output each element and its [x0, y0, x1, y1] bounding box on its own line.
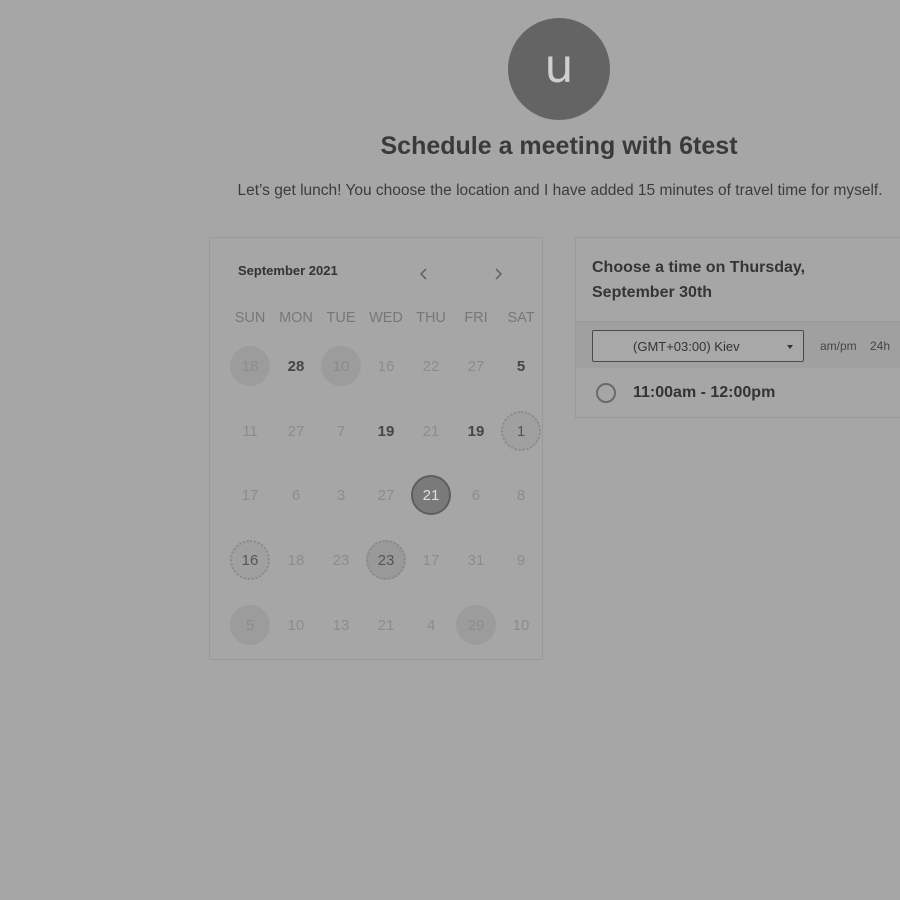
weekday-label: FRI [464, 310, 488, 326]
calendar-day[interactable]: 21 [366, 605, 406, 645]
calendar-day[interactable]: 3 [321, 475, 361, 515]
timezone-value: (GMT+03:00) Kiev [633, 339, 740, 354]
time-picker-panel: Choose a time on Thursday, September 30t… [575, 237, 900, 418]
calendar-month-label: September 2021 [238, 263, 338, 278]
calendar-day[interactable]: 22 [411, 346, 451, 386]
calendar-day[interactable]: 16 [230, 540, 270, 580]
calendar-day[interactable]: 29 [456, 605, 496, 645]
time-slot-label: 11:00am - 12:00pm [633, 384, 776, 401]
calendar-day[interactable]: 9 [501, 540, 541, 580]
calendar-day[interactable]: 17 [411, 540, 451, 580]
radio-button[interactable] [596, 383, 616, 403]
caret-down-icon [787, 345, 793, 349]
calendar-day[interactable]: 10 [321, 346, 361, 386]
time-picker-heading: Choose a time on Thursday, September 30t… [592, 259, 806, 301]
calendar-day[interactable]: 28 [276, 346, 316, 386]
calendar-day[interactable]: 23 [321, 540, 361, 580]
calendar-day[interactable]: 4 [411, 605, 451, 645]
calendar-day[interactable]: 11 [230, 411, 270, 451]
timezone-select[interactable]: (GMT+03:00) Kiev [592, 330, 804, 362]
weekday-label: SUN [234, 310, 266, 326]
calendar-day[interactable]: 6 [276, 475, 316, 515]
previous-month-button[interactable] [412, 262, 436, 286]
calendar-day[interactable]: 5 [230, 605, 270, 645]
weekday-label: TUE [326, 310, 356, 326]
format-24h-toggle[interactable]: 24h [870, 339, 890, 353]
calendar-day-selected[interactable]: 21 [411, 475, 451, 515]
chevron-left-icon [419, 268, 427, 280]
calendar-day[interactable]: 5 [501, 346, 541, 386]
calendar-day[interactable]: 8 [501, 475, 541, 515]
calendar-day[interactable]: 6 [456, 475, 496, 515]
weekday-label: MON [279, 310, 313, 326]
calendar-day[interactable]: 17 [230, 475, 270, 515]
calendar-day[interactable]: 10 [276, 605, 316, 645]
page-description: Let’s get lunch! You choose the location… [237, 182, 883, 199]
next-month-button[interactable] [486, 262, 510, 286]
calendar-day[interactable]: 27 [366, 475, 406, 515]
calendar-day[interactable]: 1 [501, 411, 541, 451]
calendar-day[interactable]: 23 [366, 540, 406, 580]
calendar-day[interactable]: 10 [501, 605, 541, 645]
avatar-letter: u [544, 39, 574, 93]
calendar-day[interactable]: 18 [230, 346, 270, 386]
format-ampm-toggle[interactable]: am/pm [820, 339, 857, 353]
weekday-label: WED [369, 310, 403, 326]
calendar-day[interactable]: 19 [366, 411, 406, 451]
calendar-day[interactable]: 31 [456, 540, 496, 580]
calendar-day[interactable]: 7 [321, 411, 361, 451]
calendar-day[interactable]: 19 [456, 411, 496, 451]
avatar: u [508, 18, 610, 120]
calendar-day[interactable]: 21 [411, 411, 451, 451]
calendar-day[interactable]: 16 [366, 346, 406, 386]
calendar-day[interactable]: 27 [456, 346, 496, 386]
weekday-label: SAT [507, 310, 535, 326]
page-title: Schedule a meeting with 6test [380, 132, 738, 160]
calendar-day[interactable]: 27 [276, 411, 316, 451]
weekday-label: THU [416, 310, 446, 326]
calendar-day[interactable]: 13 [321, 605, 361, 645]
time-slot[interactable]: 11:00am - 12:00pm [576, 372, 900, 416]
calendar-day[interactable]: 18 [276, 540, 316, 580]
calendar: September 2021 SUN MON TUE WED THU FRI SAT 18 2… [209, 237, 543, 660]
chevron-right-icon [495, 268, 503, 280]
